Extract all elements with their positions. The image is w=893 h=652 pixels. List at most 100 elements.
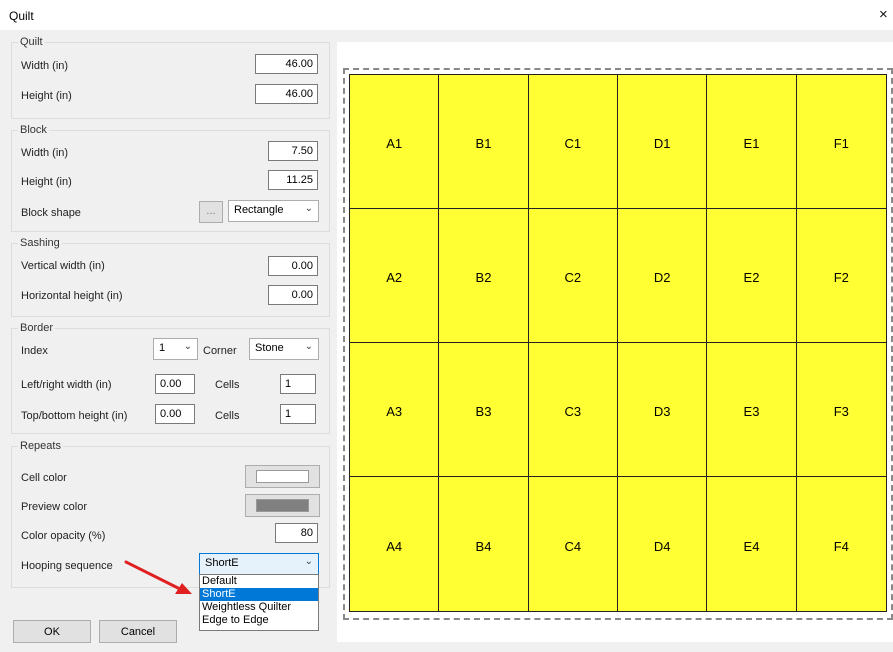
quilt-block-cell: B1 bbox=[439, 75, 529, 209]
quilt-block-cell: A2 bbox=[350, 209, 440, 343]
quilt-block-cell: D2 bbox=[618, 209, 708, 343]
opacity-input[interactable]: 80 bbox=[275, 523, 318, 543]
quilt-group-label: Quilt bbox=[18, 36, 45, 48]
quilt-block-label: F1 bbox=[833, 136, 849, 151]
quilt-block-cell: A1 bbox=[350, 75, 440, 209]
border-lr-input[interactable]: 0.00 bbox=[155, 374, 195, 394]
quilt-block-cell: D3 bbox=[618, 343, 708, 477]
quilt-block-label: E1 bbox=[743, 136, 760, 151]
border-tb-cells-label: Cells bbox=[215, 410, 240, 422]
border-lr-cells-label: Cells bbox=[215, 379, 240, 391]
quilt-block-cell: B4 bbox=[439, 477, 529, 611]
hooping-option-edge-to-edge[interactable]: Edge to Edge bbox=[200, 614, 318, 627]
quilt-width-label: Width (in) bbox=[21, 60, 69, 72]
quilt-block-label: A3 bbox=[386, 404, 403, 419]
ok-button[interactable]: OK bbox=[13, 620, 91, 643]
quilt-block-cell: C4 bbox=[528, 477, 618, 611]
quilt-block-label: F4 bbox=[833, 538, 849, 554]
preview-color-swatch bbox=[256, 499, 309, 512]
quilt-block-label: B1 bbox=[475, 136, 492, 151]
cell-color-button[interactable] bbox=[245, 465, 320, 488]
cancel-button[interactable]: Cancel bbox=[99, 620, 177, 643]
hooping-select[interactable]: ShortE ⌄ bbox=[199, 553, 319, 575]
block-group-label: Block bbox=[18, 124, 49, 136]
border-group-label: Border bbox=[18, 322, 56, 334]
preview-color-label: Preview color bbox=[21, 501, 88, 513]
hooping-option-shorte[interactable]: ShortE bbox=[200, 588, 318, 601]
quilt-block-cell: A3 bbox=[350, 343, 440, 477]
quilt-block-label: F2 bbox=[833, 270, 849, 285]
chevron-down-icon: ⌄ bbox=[183, 341, 192, 352]
quilt-block-cell: C3 bbox=[528, 343, 618, 477]
sashing-horizontal-label: Horizontal height (in) bbox=[21, 290, 123, 302]
quilt-block-cell: A4 bbox=[350, 477, 440, 611]
quilt-block-cell: B3 bbox=[439, 343, 529, 477]
quilt-block-cell: C2 bbox=[528, 209, 618, 343]
border-index-select[interactable]: 1 ⌄ bbox=[153, 338, 198, 360]
quilt-block-cell: F3 bbox=[796, 343, 886, 477]
quilt-block-label: D4 bbox=[653, 538, 671, 554]
sashing-group bbox=[11, 243, 330, 317]
quilt-block-label: C1 bbox=[564, 136, 582, 151]
quilt-block-cell: D4 bbox=[618, 477, 708, 611]
chevron-down-icon: ⌄ bbox=[304, 203, 313, 214]
quilt-block-label: A1 bbox=[386, 136, 403, 151]
quilt-block-label: A2 bbox=[386, 270, 403, 285]
cell-color-swatch bbox=[256, 470, 309, 483]
quilt-block-cell: E1 bbox=[707, 75, 797, 209]
sashing-horizontal-input[interactable]: 0.00 bbox=[268, 285, 318, 305]
block-width-label: Width (in) bbox=[21, 147, 69, 159]
border-index-label: Index bbox=[21, 345, 48, 357]
quilt-block-label: A4 bbox=[386, 538, 403, 554]
block-width-input[interactable]: 7.50 bbox=[268, 141, 318, 161]
quilt-block-label: D3 bbox=[653, 404, 671, 419]
border-tb-label: Top/bottom height (in) bbox=[21, 410, 128, 422]
quilt-block-label: C2 bbox=[564, 270, 582, 285]
quilt-block-label: E4 bbox=[743, 538, 760, 554]
border-corner-select[interactable]: Stone ⌄ bbox=[249, 338, 319, 360]
chevron-down-icon: ⌄ bbox=[304, 556, 313, 567]
quilt-width-input[interactable]: 46.00 bbox=[255, 54, 318, 74]
border-corner-value: Stone bbox=[255, 342, 284, 354]
border-lr-cells-input[interactable]: 1 bbox=[280, 374, 316, 394]
block-shape-value: Rectangle bbox=[234, 204, 284, 216]
hooping-label: Hooping sequence bbox=[21, 560, 113, 572]
quilt-block-label: B4 bbox=[475, 538, 492, 554]
border-tb-cells-input[interactable]: 1 bbox=[280, 404, 316, 424]
quilt-block-label: B2 bbox=[475, 270, 492, 285]
quilt-block-label: B3 bbox=[475, 404, 492, 419]
quilt-block-cell: F2 bbox=[796, 209, 886, 343]
quilt-block-cell: E3 bbox=[707, 343, 797, 477]
chevron-down-icon: ⌄ bbox=[304, 341, 313, 352]
quilt-block-cell: E4 bbox=[707, 477, 797, 611]
hooping-dropdown-list: Default ShortE Weightless Quilter Edge t… bbox=[199, 574, 319, 631]
preview-color-button[interactable] bbox=[245, 494, 320, 517]
block-shape-browse-button[interactable]: ... bbox=[199, 201, 223, 223]
sashing-vertical-input[interactable]: 0.00 bbox=[268, 256, 318, 276]
quilt-block-label: E2 bbox=[743, 270, 760, 285]
quilt-block-label: F3 bbox=[833, 404, 849, 419]
quilt-block-grid: A1 B1 C1 D1 E1 F1 A2 B2 C2 D2 E2 F2 A3 B3 C3 D3 E3 F3 A4 B4… bbox=[349, 74, 887, 612]
hooping-option-default[interactable]: Default bbox=[200, 575, 318, 588]
border-index-value: 1 bbox=[159, 342, 166, 354]
quilt-block-cell: E2 bbox=[707, 209, 797, 343]
quilt-block-label: C3 bbox=[564, 404, 582, 419]
quilt-block-cell: F1 bbox=[796, 75, 886, 209]
block-shape-label: Block shape bbox=[21, 207, 81, 219]
sashing-vertical-label: Vertical width (in) bbox=[21, 260, 105, 272]
close-icon[interactable]: × bbox=[879, 6, 893, 23]
cell-color-label: Cell color bbox=[21, 472, 67, 484]
window-title: Quilt bbox=[9, 9, 34, 23]
quilt-height-label: Height (in) bbox=[21, 90, 72, 102]
block-height-input[interactable]: 11.25 bbox=[268, 170, 318, 190]
quilt-block-label: D2 bbox=[653, 270, 671, 285]
quilt-block-label: E3 bbox=[743, 404, 760, 419]
border-tb-input[interactable]: 0.00 bbox=[155, 404, 195, 424]
quilt-block-cell: D1 bbox=[618, 75, 708, 209]
hooping-option-weightless-quilter[interactable]: Weightless Quilter bbox=[200, 601, 318, 614]
block-shape-select[interactable]: Rectangle ⌄ bbox=[228, 200, 319, 222]
hooping-value: ShortE bbox=[205, 557, 239, 569]
quilt-height-input[interactable]: 46.00 bbox=[255, 84, 318, 104]
block-height-label: Height (in) bbox=[21, 176, 72, 188]
quilt-block-label: C4 bbox=[564, 538, 582, 554]
